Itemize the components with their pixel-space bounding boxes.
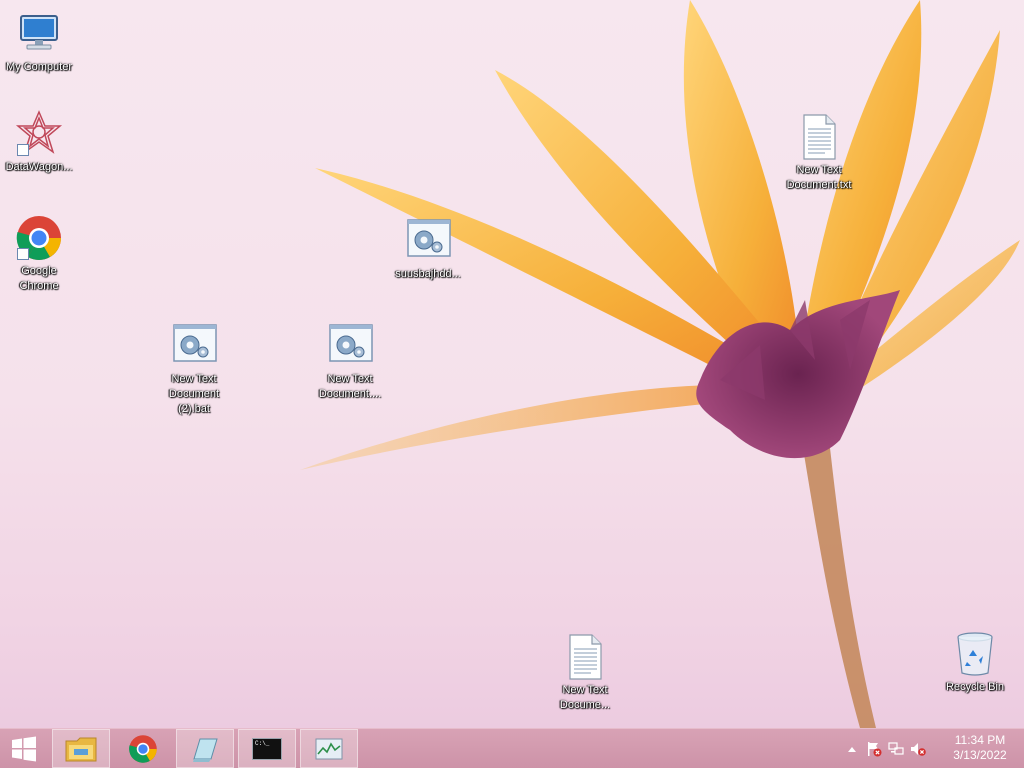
clock[interactable]: 11:34 PM 3/13/2022 [950, 733, 1010, 763]
command-prompt-icon: C:\_ [252, 737, 282, 760]
desktop-icon-bat-file-2[interactable]: New Text Document (2).bat [156, 322, 232, 417]
system-tray: 11:34 PM 3/13/2022 [844, 729, 1024, 768]
recycle-bin-icon [951, 630, 999, 678]
desktop[interactable]: My Computer DataWagon... Google Chrome N… [0, 0, 1024, 728]
shortcut-arrow-icon [17, 248, 29, 260]
batch-file-icon [170, 322, 218, 370]
text-file-icon [561, 633, 609, 681]
desktop-icon-my-computer[interactable]: My Computer [1, 10, 77, 75]
start-button[interactable] [0, 729, 48, 768]
desktop-icon-label: New Text Document.... [318, 373, 382, 400]
shortcut-arrow-icon [17, 144, 29, 156]
taskbar-task-manager-button[interactable] [300, 729, 358, 768]
desktop-icon-google-chrome[interactable]: Google Chrome [1, 214, 77, 294]
volume-button[interactable] [910, 741, 926, 757]
desktop-icon-label: Google Chrome [19, 265, 59, 292]
notepad-icon [193, 738, 218, 762]
text-file-icon [795, 113, 843, 161]
desktop-icon-label: New Text Document (2).bat [168, 373, 220, 415]
chevron-up-icon [848, 747, 856, 752]
network-button[interactable] [888, 741, 904, 757]
desktop-icon-datawagon[interactable]: DataWagon... [1, 110, 77, 175]
taskbar: C:\_ 11:34 PM 3/13/2022 [0, 728, 1024, 768]
clock-time: 11:34 PM [954, 733, 1006, 747]
desktop-icon-label: New Text Document.txt [786, 164, 852, 191]
volume-muted-icon [911, 743, 926, 756]
desktop-icon-bat-file[interactable]: New Text Document.... [312, 322, 388, 402]
batch-file-icon [404, 217, 452, 265]
windows-logo-icon [12, 736, 36, 761]
taskbar-command-prompt-button[interactable]: C:\_ [238, 729, 296, 768]
taskbar-chrome-button[interactable] [114, 729, 172, 768]
taskbar-notepad-button[interactable] [176, 729, 234, 768]
action-center-button[interactable] [866, 741, 882, 757]
chrome-icon [129, 734, 157, 763]
desktop-icon-label: My Computer [5, 61, 73, 73]
computer-icon [15, 10, 63, 58]
taskbar-file-explorer-button[interactable] [52, 729, 110, 768]
batch-file-icon [326, 322, 374, 370]
desktop-icon-new-text-document-txt[interactable]: New Text Document.txt [781, 113, 857, 193]
network-icon [888, 742, 904, 755]
action-center-flag-icon [868, 742, 882, 757]
command-prompt-text: C:\_ [255, 739, 270, 747]
desktop-icon-label: suusbajhdd... [395, 268, 461, 280]
desktop-icon-new-text-document[interactable]: New Text Docume... [547, 633, 623, 713]
file-explorer-icon [65, 737, 97, 761]
chrome-icon [15, 214, 63, 262]
wallpaper-flower [300, 0, 1020, 728]
datawagon-icon [15, 110, 63, 158]
task-manager-icon [315, 738, 343, 759]
clock-date: 3/13/2022 [953, 748, 1007, 762]
desktop-icon-suusbajhdd[interactable]: suusbajhdd... [390, 217, 466, 282]
desktop-icon-label: Recycle Bin [945, 681, 1005, 693]
show-hidden-icons-button[interactable] [844, 741, 860, 757]
desktop-icon-recycle-bin[interactable]: Recycle Bin [937, 630, 1013, 695]
desktop-icon-label: DataWagon... [5, 161, 73, 173]
desktop-icon-label: New Text Docume... [559, 684, 611, 711]
